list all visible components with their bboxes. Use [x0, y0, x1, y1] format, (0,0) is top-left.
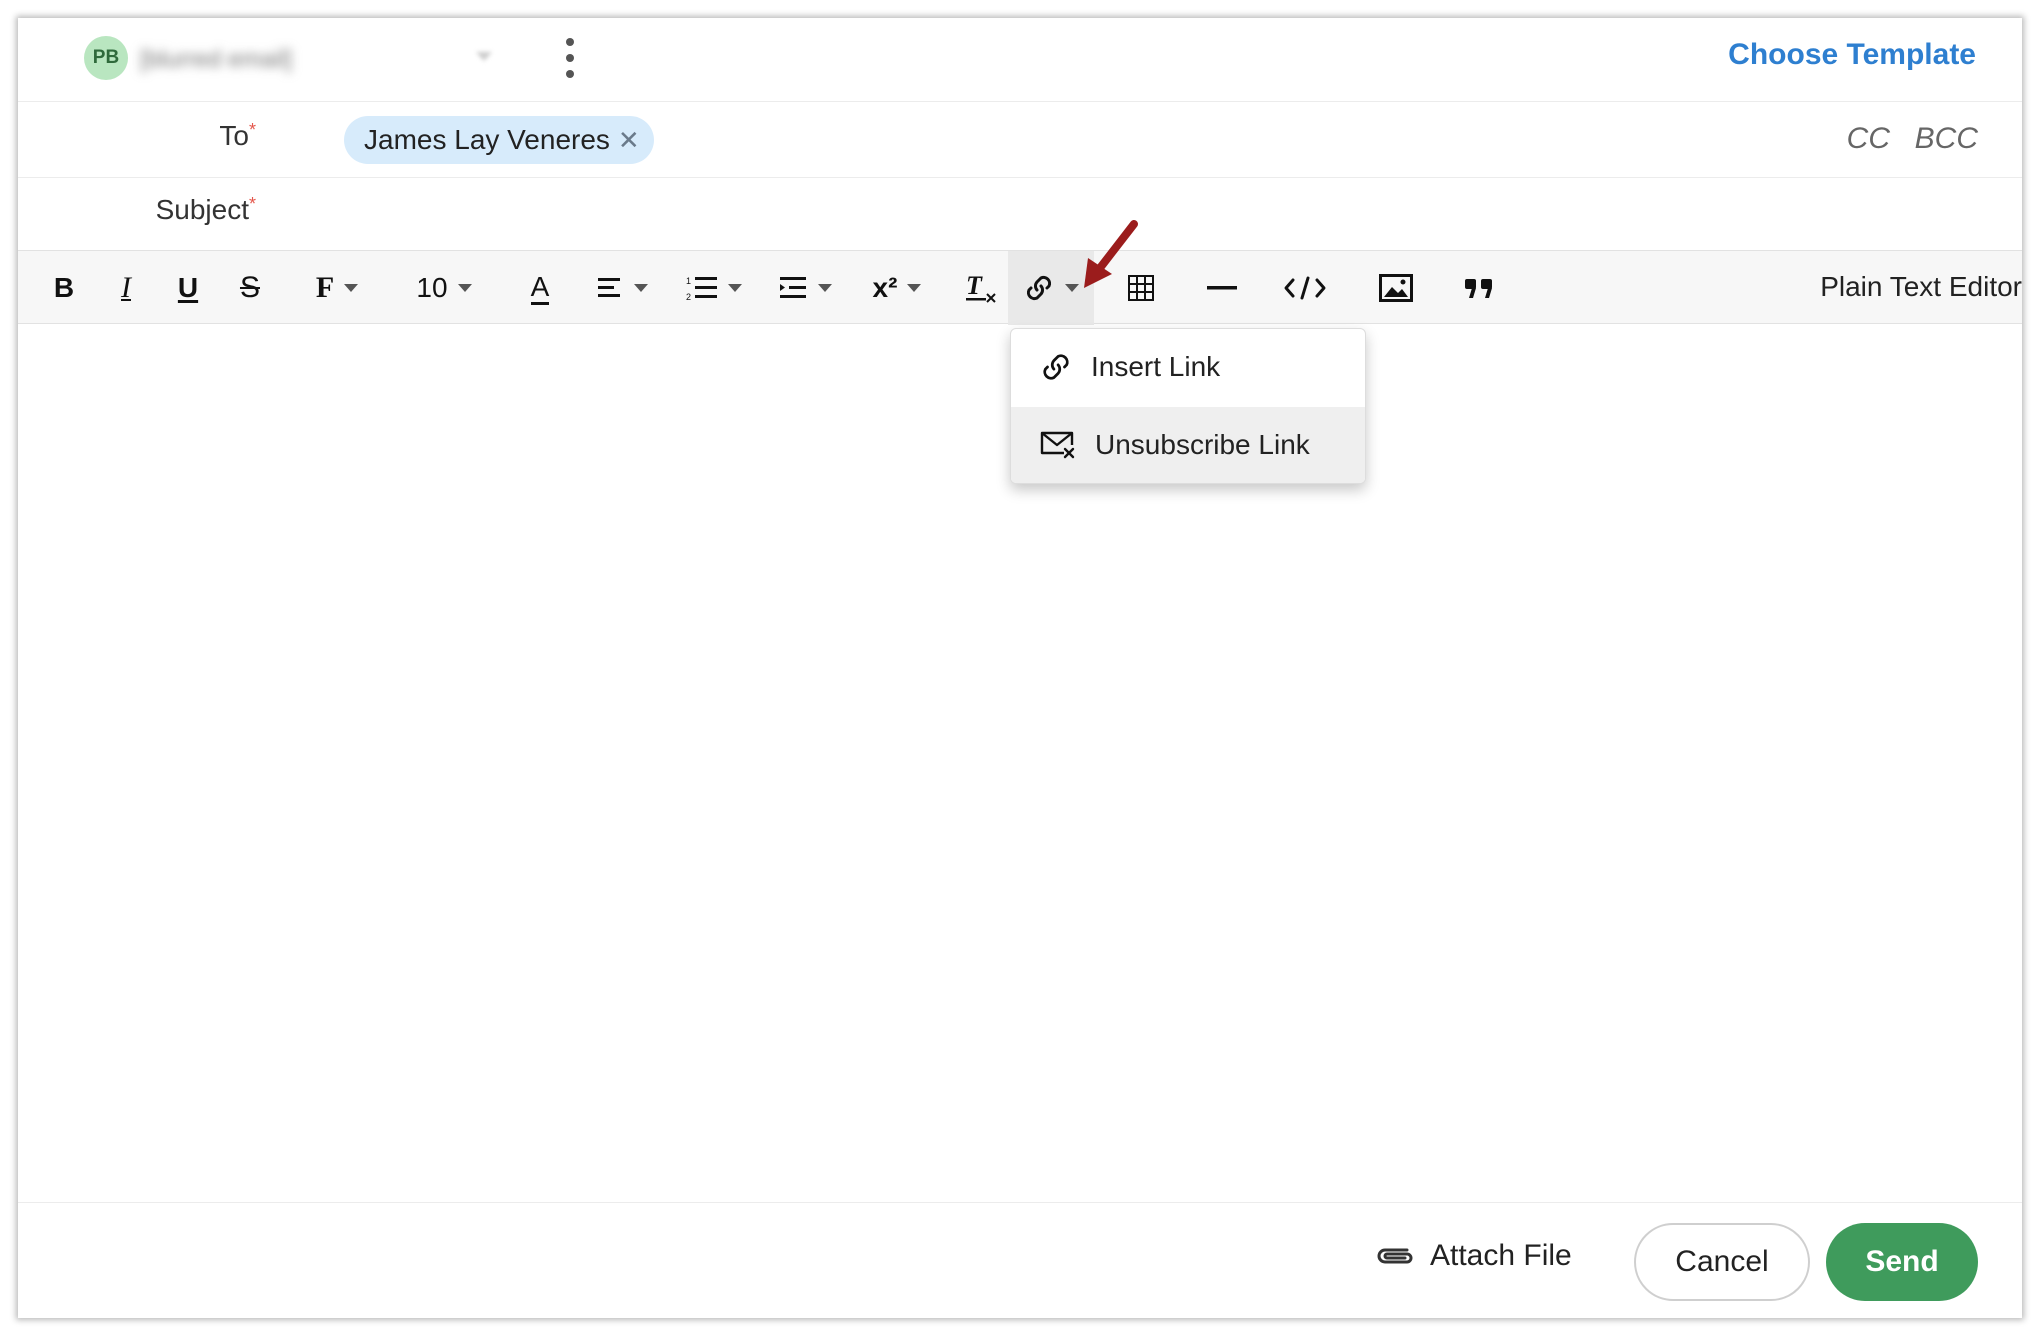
chevron-down-icon: [344, 284, 359, 292]
to-label: To*: [219, 120, 256, 152]
cancel-button[interactable]: Cancel: [1634, 1223, 1810, 1301]
choose-template-link[interactable]: Choose Template: [1728, 38, 1976, 72]
chevron-down-icon: [728, 284, 742, 292]
chevron-down-icon: [818, 284, 832, 292]
cc-link[interactable]: CC: [1847, 122, 1890, 156]
svg-text:T: T: [966, 272, 983, 300]
horizontal-rule-button[interactable]: [1192, 251, 1252, 325]
horizontal-rule-icon: [1207, 286, 1237, 290]
italic-button[interactable]: I: [102, 251, 150, 325]
underline-button[interactable]: U: [164, 251, 212, 325]
italic-icon: I: [121, 271, 131, 304]
send-button[interactable]: Send: [1826, 1223, 1978, 1301]
clear-formatting-button[interactable]: T: [956, 251, 1006, 325]
strikethrough-icon: S: [239, 271, 260, 304]
subject-input[interactable]: [344, 188, 1982, 240]
subject-label-text: Subject: [155, 194, 249, 225]
more-options-icon[interactable]: [560, 38, 580, 78]
font-family-button[interactable]: F: [294, 251, 380, 325]
source-code-button[interactable]: [1272, 251, 1338, 325]
quote-icon: [1465, 279, 1492, 298]
unsubscribe-link-option[interactable]: Unsubscribe Link: [1011, 407, 1365, 483]
superscript-button[interactable]: x²: [860, 251, 934, 325]
attach-file-button[interactable]: Attach File: [1374, 1239, 1572, 1273]
link-icon: [1043, 354, 1069, 380]
required-mark: *: [248, 120, 256, 140]
recipient-name: James Lay Veneres: [364, 124, 610, 155]
paperclip-icon: [1377, 1248, 1413, 1264]
required-mark: *: [248, 194, 256, 214]
plain-text-editor-toggle[interactable]: Plain Text Editor: [1820, 271, 2022, 303]
chevron-down-icon: [907, 284, 922, 292]
font-color-button[interactable]: A: [512, 251, 568, 325]
attach-file-label: Attach File: [1430, 1239, 1572, 1272]
insert-link-option[interactable]: Insert Link: [1011, 329, 1365, 405]
bold-button[interactable]: B: [40, 251, 88, 325]
from-dropdown-icon[interactable]: [476, 52, 492, 61]
to-label-text: To: [219, 120, 249, 151]
subject-label: Subject*: [156, 194, 256, 226]
recipient-chip[interactable]: James Lay Veneres ✕: [344, 116, 654, 164]
insert-image-button[interactable]: [1364, 251, 1428, 325]
insert-link-label: Insert Link: [1091, 351, 1221, 382]
clear-formatting-icon: T: [966, 272, 996, 303]
underline-icon: U: [177, 272, 199, 303]
compose-header: PB [blurred email] Choose Template: [18, 18, 2022, 102]
font-size-value: 10: [416, 272, 448, 303]
unsubscribe-link-label: Unsubscribe Link: [1095, 429, 1310, 460]
to-row: To* James Lay Veneres ✕ CC BCC: [18, 102, 2022, 178]
ordered-list-icon: 12: [686, 276, 717, 301]
bcc-link[interactable]: BCC: [1915, 122, 1978, 156]
link-dropdown-menu: Insert Link Unsubscribe Link: [1010, 328, 1366, 484]
image-icon: [1379, 274, 1413, 302]
chevron-down-icon: [457, 284, 472, 292]
align-left-icon: [598, 278, 620, 297]
font-size-button[interactable]: 10: [396, 251, 492, 325]
avatar: PB: [84, 36, 128, 80]
link-icon: [1026, 275, 1052, 301]
font-color-icon: A: [530, 271, 550, 305]
formatting-toolbar: B I U S F 10 A 12 x² T Plain Text Editor: [18, 250, 2022, 325]
svg-text:2: 2: [686, 292, 691, 301]
annotation-arrow-icon: [1084, 220, 1138, 288]
compose-footer: Attach File Cancel Send: [18, 1202, 2022, 1318]
indent-button[interactable]: [766, 251, 846, 325]
bold-icon: B: [53, 272, 75, 303]
remove-recipient-icon[interactable]: ✕: [618, 125, 640, 156]
ordered-list-button[interactable]: 12: [674, 251, 754, 325]
email-compose-window: PB [blurred email] Choose Template To* J…: [18, 18, 2022, 1318]
mail-x-icon: [1040, 431, 1075, 459]
from-address[interactable]: [blurred email]: [140, 46, 292, 74]
svg-text:1: 1: [686, 276, 691, 286]
chevron-down-icon: [634, 284, 648, 292]
code-icon: [1284, 276, 1326, 300]
strikethrough-button[interactable]: S: [226, 251, 274, 325]
font-family-icon: F: [315, 271, 335, 304]
indent-icon: [780, 277, 806, 298]
blockquote-button[interactable]: [1446, 251, 1512, 325]
subject-row: Subject*: [18, 178, 2022, 250]
superscript-icon: x²: [872, 272, 898, 303]
align-button[interactable]: [584, 251, 662, 325]
